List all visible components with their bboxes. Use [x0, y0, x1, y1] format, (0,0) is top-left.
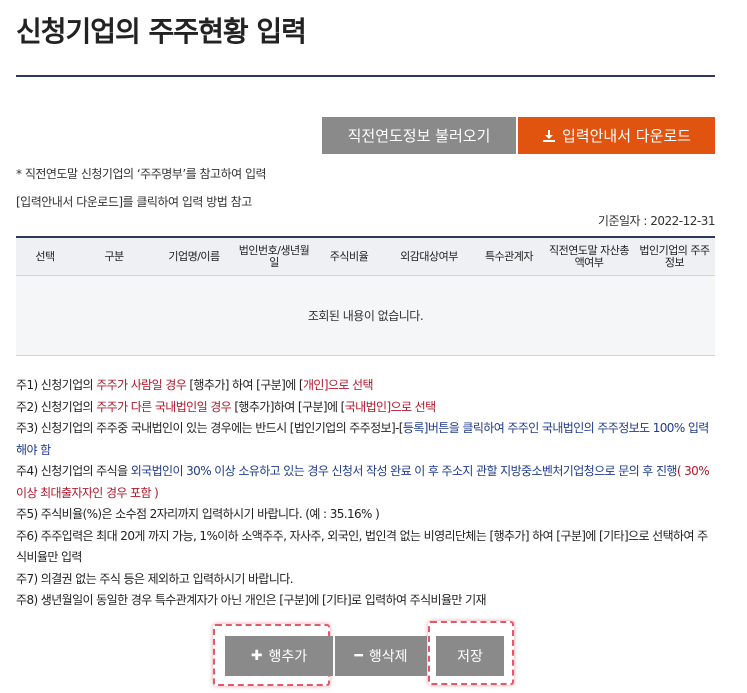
load-previous-year-label: 직전연도정보 불러오기 [347, 127, 491, 145]
footnote-7: 주7) 의결권 없는 주식 등은 제외하고 입력하시기 바랍니다. [16, 571, 294, 586]
add-row-label: 행추가 [268, 649, 308, 665]
footnote-4: 주4) 신청기업의 주식을 외국법인이 30% 이상 소유하고 있는 경우 신청… [16, 464, 710, 500]
header-select: 선택 [35, 249, 55, 263]
header-related-party: 특수관계자 [484, 249, 534, 263]
header-id-number: 법인번호/생년월일 [238, 243, 310, 269]
empty-message: 조회된 내용이 없습니다. [307, 309, 424, 323]
minus-icon: ━ [354, 648, 363, 664]
plus-icon: ✚ [250, 648, 263, 664]
header-total-assets: 직전연도말 자산총액여부 [549, 243, 629, 269]
footnote-6: 주6) 주주입력은 최대 20게 까지 가능, 1%이하 소액주주, 자사주, … [16, 528, 708, 565]
note-top-1: * 직전연도말 신청기업의 ‘주주명부’를 참고하여 입력 [16, 167, 267, 181]
header-corp-shareholders: 법인기업의 주주정보 [639, 243, 710, 269]
table-empty-row: 조회된 내용이 없습니다. [16, 276, 715, 356]
base-date: 기준일자 : 2022-12-31 [597, 214, 716, 228]
note-top-2: [입력안내서 다운로드]를 클릭하여 입력 방법 참고 [16, 195, 252, 209]
add-row-button[interactable]: ✚ 행추가 [225, 636, 333, 676]
save-label: 저장 [457, 649, 483, 665]
footnote-8: 주8) 생년월일이 동일한 경우 특수관계자가 아닌 개인은 [구분]에 [기타… [16, 593, 487, 607]
download-guide-button[interactable]: 입력안내서 다운로드 [518, 117, 715, 154]
footnote-1: 주1) 신청기업의 주주가 사람일 경우 [행추가] 하여 [구분]에 [개인]… [16, 378, 373, 392]
title-divider [16, 75, 715, 77]
header-category: 구분 [104, 249, 124, 263]
download-guide-label: 입력안내서 다운로드 [562, 127, 691, 145]
footnotes: 주1) 신청기업의 주주가 사람일 경우 [행추가] 하여 [구분]에 [개인]… [16, 375, 716, 612]
table-header: 선택 구분 기업명/이름 법인번호/생년월일 주식비율 외감대상여부 특수관계자… [16, 236, 715, 276]
header-audit-target: 외감대상여부 [400, 249, 458, 263]
load-previous-year-button[interactable]: 직전연도정보 불러오기 [322, 117, 516, 154]
header-name: 기업명/이름 [168, 249, 220, 263]
delete-row-label: 행삭제 [368, 649, 408, 665]
download-icon [542, 129, 556, 143]
footnote-5: 주5) 주식비율(%)은 소수점 2자리까지 입력하시기 바랍니다. (예 : … [16, 507, 380, 521]
footnote-3: 주3) 신청기업의 주주중 국내법인이 있는 경우에는 반드시 [법인기업의 주… [16, 421, 709, 457]
footnote-2: 주2) 신청기업의 주주가 다른 국내법인일 경우 [행추가]하여 [구분]에 … [16, 399, 436, 414]
header-share-ratio: 주식비율 [329, 249, 369, 263]
shareholder-table: 선택 구분 기업명/이름 법인번호/생년월일 주식비율 외감대상여부 특수관계자… [16, 236, 715, 356]
page-title: 신청기업의 주주현황 입력 [16, 15, 307, 48]
save-button[interactable]: 저장 [436, 636, 504, 676]
delete-row-button[interactable]: ━ 행삭제 [335, 636, 427, 676]
